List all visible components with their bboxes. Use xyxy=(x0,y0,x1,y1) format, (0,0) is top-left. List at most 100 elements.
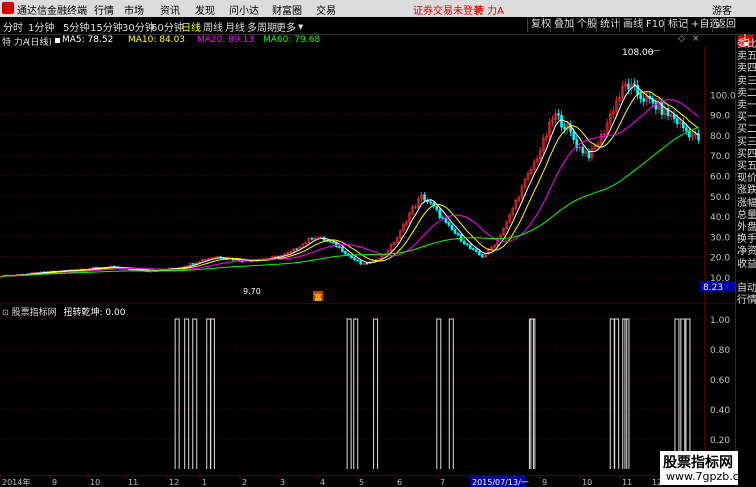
price-axis-label: 90.0 xyxy=(710,112,730,122)
tab-intraday[interactable]: 分时 xyxy=(3,19,23,34)
candle-body xyxy=(478,251,481,256)
candle-body xyxy=(338,246,341,248)
candle-body xyxy=(435,205,439,210)
tab-multi-period[interactable]: 多周期 xyxy=(247,19,277,34)
candle-body xyxy=(331,241,335,244)
watermark-title: 股票指标网 xyxy=(663,455,733,471)
menu-item-quotes[interactable]: 行情 xyxy=(94,2,114,17)
indicator-signal-spike xyxy=(528,318,534,469)
candle-body xyxy=(465,243,469,246)
side-panel-item[interactable]: 总量 xyxy=(737,210,756,222)
indicator-chart[interactable]: 1.00 0.80 0.60 0.40 0.20 xyxy=(0,303,735,475)
candle-body xyxy=(468,244,472,249)
side-panel-item[interactable]: 自动 xyxy=(737,283,756,295)
side-panel-item[interactable]: 收益 xyxy=(737,259,756,271)
menu-item-ask[interactable]: 问小达 xyxy=(229,2,259,17)
side-panel-item[interactable]: 涨幅 xyxy=(737,198,756,210)
indicator-signal-spike xyxy=(346,318,352,469)
price-axis-label: 30.0 xyxy=(710,233,730,243)
ma5-line xyxy=(1,84,699,278)
tab-monthly[interactable]: 月线 xyxy=(225,19,245,34)
expand-icon[interactable] xyxy=(55,38,60,43)
candle-body xyxy=(560,115,563,128)
side-panel-item[interactable]: 外盘 xyxy=(737,222,756,234)
tab-15min[interactable]: 15分钟 xyxy=(90,19,123,34)
watermark-url: www.7gpzb.com xyxy=(666,470,756,483)
indicator-axis-label: 0.40 xyxy=(710,406,730,416)
menu-item-news[interactable]: 资讯 xyxy=(160,2,180,17)
indicator-axis-label: 0.60 xyxy=(710,376,730,386)
settings-diamond-icon[interactable]: ◇ xyxy=(678,34,685,44)
candle-body xyxy=(471,248,475,250)
date-axis-label: 2014年 xyxy=(2,477,30,487)
side-panel-item[interactable]: 买二 xyxy=(737,124,756,136)
side-panel-item[interactable]: 卖五 xyxy=(737,51,756,63)
side-panel-item[interactable]: 买三 xyxy=(737,137,756,149)
candle-body xyxy=(681,121,685,129)
candle-body xyxy=(456,232,460,236)
current-price-label: 8.23 xyxy=(703,283,723,293)
app-name: 通达信金融终端 xyxy=(17,6,87,17)
side-panel-item[interactable]: 现价 xyxy=(737,173,756,185)
tab-more[interactable]: 更多 xyxy=(276,19,296,34)
date-axis-label: 2 xyxy=(242,478,247,487)
candle-body xyxy=(328,240,332,243)
login-warning[interactable]: 证券交易未登录 xyxy=(413,2,483,17)
close-chart-icon[interactable]: × xyxy=(692,34,700,44)
app-logo-icon xyxy=(2,2,14,14)
ma60-line xyxy=(1,126,699,278)
indicator-signal-spike xyxy=(436,318,442,469)
candle-body xyxy=(444,218,448,223)
side-panel-item[interactable]: 委比 xyxy=(737,39,756,51)
back-button[interactable]: 返回 xyxy=(712,18,739,32)
side-panel-item[interactable]: 换手 xyxy=(737,234,756,246)
side-panel-item[interactable]: 卖一 xyxy=(737,100,756,112)
date-axis-label: 6 xyxy=(397,478,402,487)
candle-body xyxy=(240,260,244,263)
guest-label[interactable]: 游客 xyxy=(712,2,732,17)
tab-30min[interactable]: 30分钟 xyxy=(122,19,155,34)
side-panel-item[interactable]: 行情 xyxy=(737,295,756,307)
date-axis-label: 10 xyxy=(90,478,100,487)
candle-body xyxy=(642,98,645,102)
candle-body xyxy=(672,114,676,119)
indicator-signal-spike xyxy=(680,318,686,469)
date-axis-label: 12 xyxy=(169,478,179,487)
side-panel-item[interactable]: 卖二 xyxy=(737,88,756,100)
side-panel-item[interactable]: 买五 xyxy=(737,161,756,173)
date-axis-label: 1 xyxy=(202,478,207,487)
price-axis-label: 100.0 xyxy=(710,91,735,101)
indicator-signal-spike xyxy=(674,318,680,469)
tab-5min[interactable]: 5分钟 xyxy=(63,19,89,34)
candle-body xyxy=(572,131,575,140)
side-panel-item[interactable]: 卖三 xyxy=(737,76,756,88)
price-axis-label: 20.0 xyxy=(710,254,730,264)
candle-body xyxy=(356,259,359,262)
menu-item-trade[interactable]: 交易 xyxy=(316,2,336,17)
tab-weekly[interactable]: 周线 xyxy=(203,19,223,34)
ma10-line xyxy=(1,91,699,278)
kline-chart[interactable]: 100.090.080.070.060.050.040.030.020.010.… xyxy=(0,47,735,303)
side-panel-item[interactable]: 卖四 xyxy=(737,63,756,75)
candle-body xyxy=(438,209,442,218)
indicator-signal-spike xyxy=(448,318,454,469)
more-chevron-icon[interactable]: ▼ xyxy=(298,23,303,31)
candle-body xyxy=(475,249,478,252)
candle-body xyxy=(639,94,642,99)
side-panel-item[interactable]: 买四 xyxy=(737,149,756,161)
candle-body xyxy=(423,194,426,201)
date-axis-label: 10 xyxy=(582,478,592,487)
tab-60min[interactable]: 60分钟 xyxy=(151,19,184,34)
menu-item-market[interactable]: 市场 xyxy=(124,2,144,17)
indicator-signal-spike xyxy=(530,318,536,469)
menu-item-discover[interactable]: 发现 xyxy=(195,2,215,17)
price-axis-label: 70.0 xyxy=(710,152,730,162)
tab-1min[interactable]: 1分钟 xyxy=(28,19,54,34)
side-panel-item[interactable]: 买一 xyxy=(737,112,756,124)
tab-daily[interactable]: 日线 xyxy=(181,19,201,34)
candle-body xyxy=(563,126,566,130)
ma10-value: MA10: 84.03 xyxy=(128,35,186,45)
side-panel-item[interactable]: 净资 xyxy=(737,246,756,258)
menu-item-wealth[interactable]: 财富圈 xyxy=(272,2,302,17)
side-panel-item[interactable]: 涨跌 xyxy=(737,185,756,197)
